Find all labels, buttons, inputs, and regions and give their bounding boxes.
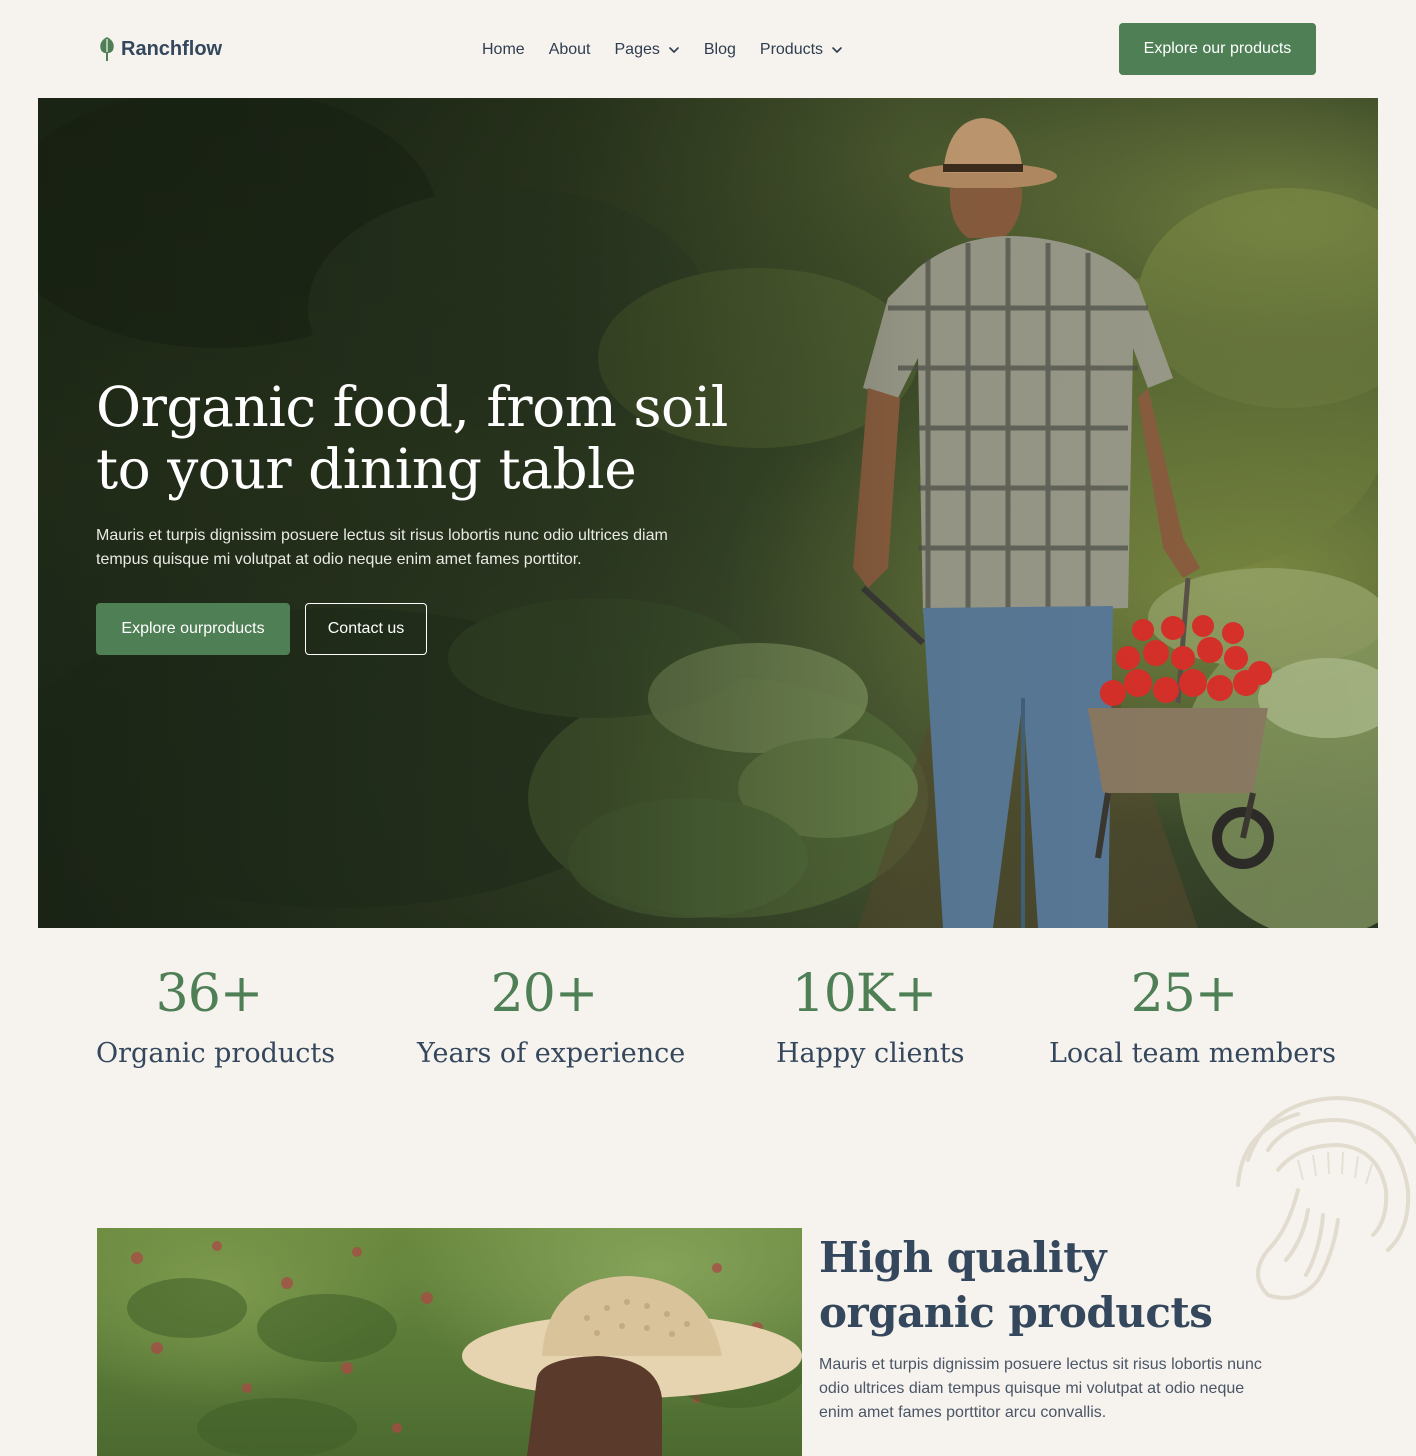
nav-item-pages[interactable]: Pages [615, 41, 680, 59]
chevron-down-icon [669, 47, 679, 53]
chevron-down-icon [832, 47, 842, 53]
feature-title: High quality organic products [819, 1233, 1213, 1337]
stat-team-members: 25+ Local team members [1049, 960, 1336, 1080]
stat-organic-products: 36+ Organic products [96, 960, 336, 1080]
main-nav: Home About Pages Blog Products [482, 36, 843, 64]
mushroom-illustration-icon [1236, 1096, 1416, 1300]
stat-value: 36+ [155, 964, 264, 1024]
site-header: Ranchflow Home About Pages Blog Products… [0, 0, 1416, 98]
hero-section: Organic food, from soil to your dining t… [38, 98, 1378, 928]
explore-products-button[interactable]: Explore our products [1119, 23, 1316, 75]
hero-overlay [38, 98, 1378, 928]
nav-item-label: Blog [703, 41, 736, 58]
contact-us-button[interactable]: Contact us [305, 603, 427, 655]
stat-happy-clients: 10K+ Happy clients [776, 960, 965, 1080]
nav-item-label: About [548, 41, 591, 58]
stat-label: Organic products [96, 1038, 336, 1069]
stat-value: 20+ [490, 964, 599, 1024]
nav-item-label: Pages [614, 41, 660, 58]
feature-photo-art [127, 1241, 802, 1456]
stat-label: Years of experience [417, 1038, 686, 1069]
nav-item-about[interactable]: About [549, 41, 591, 59]
stat-value: 25+ [1130, 964, 1239, 1024]
nav-item-label: Home [482, 41, 525, 58]
hero-subtitle: Mauris et turpis dignissim posuere lectu… [96, 527, 668, 568]
nav-item-home[interactable]: Home [482, 41, 525, 59]
brand-name: Ranchflow [121, 37, 223, 60]
feature-photo-woman-farmer [97, 1228, 802, 1456]
explore-products-hero-button[interactable]: Explore ourproducts [96, 603, 290, 655]
nav-item-products[interactable]: Products [760, 41, 843, 59]
stat-label: Happy clients [776, 1038, 965, 1069]
nav-item-blog[interactable]: Blog [704, 41, 736, 59]
brand-logo[interactable]: Ranchflow [98, 34, 222, 64]
feature-description: Mauris et turpis dignissim posuere lectu… [819, 1356, 1262, 1421]
stat-label: Local team members [1049, 1038, 1336, 1069]
hero-title: Organic food, from soil to your dining t… [96, 375, 728, 501]
nav-item-label: Products [759, 41, 824, 58]
leaf-icon [100, 37, 114, 61]
stat-years-experience: 20+ Years of experience [417, 960, 686, 1080]
stat-value: 10K+ [791, 964, 938, 1024]
